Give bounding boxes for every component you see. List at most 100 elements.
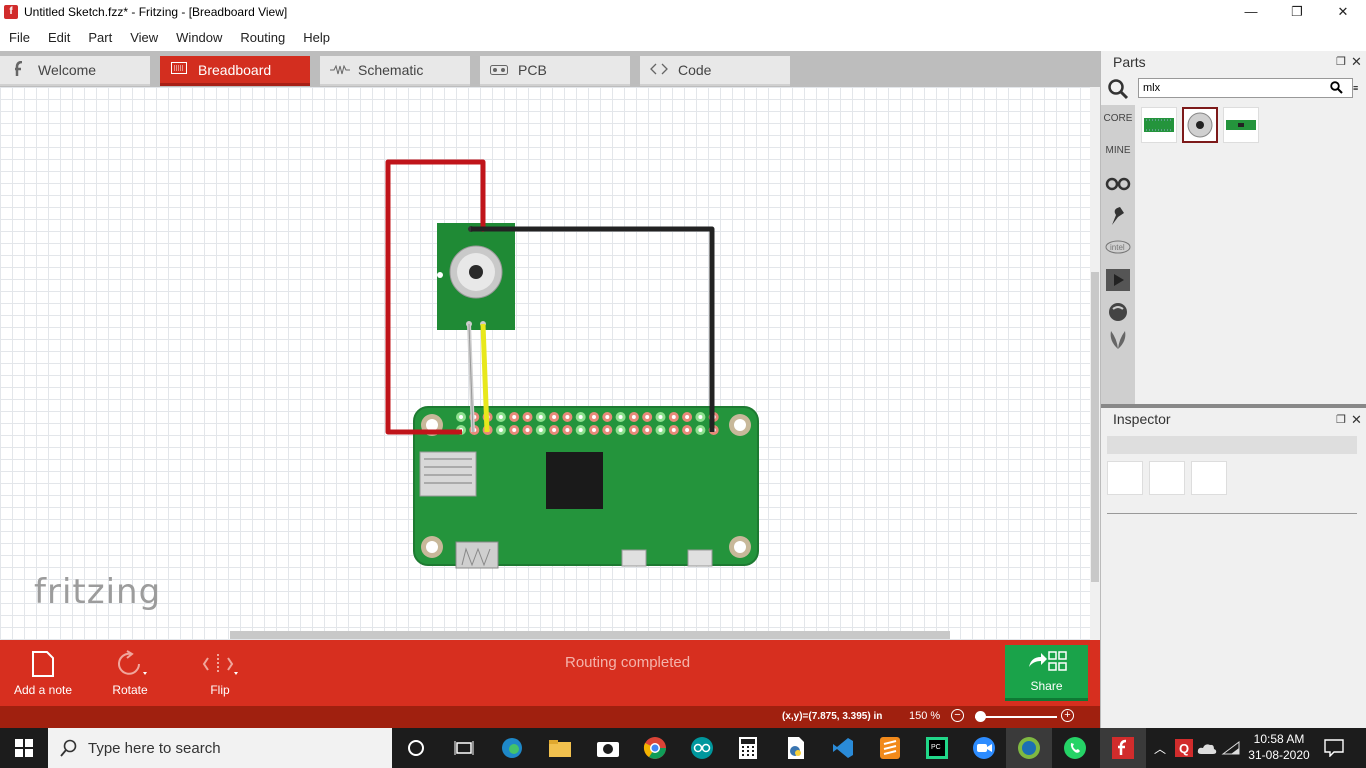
tab-pcb-label: PCB bbox=[518, 62, 547, 78]
gpio-pin-hole bbox=[578, 415, 583, 419]
python-file-icon[interactable] bbox=[782, 734, 810, 762]
wires[interactable] bbox=[385, 159, 715, 435]
notifications-icon[interactable] bbox=[1320, 734, 1348, 762]
svg-text:Q: Q bbox=[1179, 741, 1189, 756]
tab-breadboard[interactable]: Breadboard bbox=[160, 56, 310, 86]
seeed-globe-icon[interactable] bbox=[1101, 301, 1135, 326]
horizontal-scroll-thumb[interactable] bbox=[230, 631, 950, 639]
flip-button[interactable]: Flip bbox=[190, 645, 250, 697]
inspector-breadboard-preview bbox=[1107, 461, 1143, 495]
whatsapp-icon[interactable] bbox=[1061, 734, 1089, 762]
menu-part[interactable]: Part bbox=[79, 30, 121, 45]
magnifier-icon[interactable] bbox=[1107, 78, 1129, 100]
cortana-icon[interactable] bbox=[402, 734, 430, 762]
tab-welcome[interactable]: Welcome bbox=[0, 56, 150, 86]
fritzing-f-icon bbox=[10, 60, 28, 80]
zoom-slider-track[interactable] bbox=[975, 716, 1057, 718]
parts-close-button[interactable]: ✕ bbox=[1351, 54, 1362, 70]
bin-mine[interactable]: MINE bbox=[1101, 145, 1135, 156]
bottom-toolbar: Add a note Rotate Flip Routing completed… bbox=[0, 640, 1100, 706]
parts-search-input[interactable] bbox=[1138, 78, 1353, 98]
menu-view[interactable]: View bbox=[121, 30, 167, 45]
edge-icon[interactable] bbox=[498, 734, 526, 762]
panel-divider[interactable] bbox=[1101, 404, 1366, 408]
breadboard-canvas[interactable]: fritzing bbox=[0, 87, 1090, 640]
gpio-pin-hole bbox=[671, 415, 676, 419]
menu-window[interactable]: Window bbox=[167, 30, 231, 45]
gpio-pin-hole bbox=[698, 428, 703, 432]
add-note-button[interactable]: Add a note bbox=[12, 645, 74, 697]
file-explorer-icon[interactable] bbox=[546, 734, 574, 762]
photos-viewer-icon[interactable] bbox=[1015, 734, 1043, 762]
menu-file[interactable]: File bbox=[0, 30, 39, 45]
gpio-pin-hole bbox=[525, 428, 530, 432]
routing-status: Routing completed bbox=[565, 654, 691, 671]
inspector-float-button[interactable]: ❐ bbox=[1336, 413, 1346, 426]
fritzing-taskbar-icon[interactable] bbox=[1109, 734, 1137, 762]
gpio-pin-hole bbox=[618, 415, 623, 419]
window-title: Untitled Sketch.fzz* - Fritzing - [Bread… bbox=[24, 4, 288, 19]
minimize-button[interactable]: — bbox=[1228, 0, 1274, 23]
close-button[interactable]: ✕ bbox=[1320, 0, 1366, 23]
wifi-icon[interactable] bbox=[1217, 734, 1245, 762]
cursor-coordinates: (x,y)=(7.875, 3.395) in bbox=[782, 711, 883, 722]
fritzing-watermark: fritzing bbox=[34, 572, 162, 612]
calculator-icon[interactable] bbox=[734, 734, 762, 762]
gpio-pin-hole bbox=[658, 428, 663, 432]
rotate-button[interactable]: Rotate bbox=[100, 645, 160, 697]
tab-code-label: Code bbox=[678, 62, 712, 78]
horizontal-scrollbar[interactable] bbox=[0, 630, 1090, 640]
menu-help[interactable]: Help bbox=[294, 30, 339, 45]
inspector-close-button[interactable]: ✕ bbox=[1351, 412, 1362, 428]
gpio-pin-hole bbox=[685, 428, 690, 432]
view-tabs: Welcome Breadboard Schematic PCB Code bbox=[0, 51, 1100, 87]
gpio-pin-hole bbox=[631, 428, 636, 432]
zoom-app-icon[interactable] bbox=[970, 734, 998, 762]
tab-pcb[interactable]: PCB bbox=[480, 56, 630, 86]
menu-routing[interactable]: Routing bbox=[231, 30, 294, 45]
sublime-text-icon[interactable] bbox=[876, 734, 904, 762]
rotate-label: Rotate bbox=[112, 683, 148, 697]
part-result-small-board[interactable] bbox=[1223, 107, 1259, 143]
vertical-scroll-thumb[interactable] bbox=[1091, 272, 1099, 582]
camera-icon[interactable] bbox=[594, 734, 622, 762]
parts-panel-title: Parts bbox=[1113, 54, 1146, 70]
search-icon[interactable] bbox=[1330, 81, 1343, 99]
vscode-icon[interactable] bbox=[829, 734, 857, 762]
windows-start-button[interactable] bbox=[0, 728, 48, 768]
chrome-icon[interactable] bbox=[641, 734, 669, 762]
zoom-in-button[interactable]: + bbox=[1061, 709, 1074, 722]
part-result-breakout-board[interactable] bbox=[1141, 107, 1177, 143]
gpio-pin-hole bbox=[512, 428, 517, 432]
snapdragon-bin-icon[interactable] bbox=[1101, 205, 1135, 230]
gpio-pin-hole bbox=[631, 415, 636, 419]
pycharm-icon[interactable]: PC bbox=[923, 734, 951, 762]
arduino-bin-icon[interactable] bbox=[1101, 177, 1135, 194]
bin-core[interactable]: CORE bbox=[1101, 113, 1135, 124]
search-menu-icon[interactable]: ≡ bbox=[1353, 83, 1358, 93]
restore-button[interactable]: ❐ bbox=[1274, 0, 1320, 23]
system-clock[interactable]: 10:58 AM 31-08-2020 bbox=[1248, 731, 1310, 763]
parts-float-button[interactable]: ❐ bbox=[1336, 55, 1346, 68]
raspberry-pi-zero[interactable] bbox=[413, 406, 759, 569]
vertical-scrollbar[interactable] bbox=[1090, 87, 1100, 640]
tab-code[interactable]: Code bbox=[640, 56, 790, 86]
play-bin-icon[interactable] bbox=[1101, 268, 1135, 295]
soc-chip bbox=[546, 452, 603, 509]
gpio-pin-hole bbox=[592, 415, 596, 419]
task-view-icon[interactable] bbox=[450, 734, 478, 762]
arduino-ide-icon[interactable] bbox=[688, 734, 716, 762]
share-button[interactable]: Share bbox=[1005, 645, 1088, 701]
inspector-separator bbox=[1107, 513, 1357, 514]
zoom-out-button[interactable]: − bbox=[951, 709, 964, 722]
tab-welcome-label: Welcome bbox=[38, 62, 97, 78]
inspector-title-field bbox=[1107, 436, 1357, 454]
zoom-slider-handle[interactable] bbox=[975, 711, 986, 722]
part-result-mlx-sensor[interactable] bbox=[1182, 107, 1218, 143]
intel-bin-icon[interactable]: intel bbox=[1101, 239, 1135, 258]
tab-schematic[interactable]: Schematic bbox=[320, 56, 470, 86]
seeed-bin-icon[interactable] bbox=[1101, 329, 1135, 353]
taskbar-search-box[interactable]: Type here to search bbox=[48, 728, 392, 768]
mlx-temperature-sensor-board[interactable] bbox=[437, 223, 515, 330]
menu-edit[interactable]: Edit bbox=[39, 30, 79, 45]
